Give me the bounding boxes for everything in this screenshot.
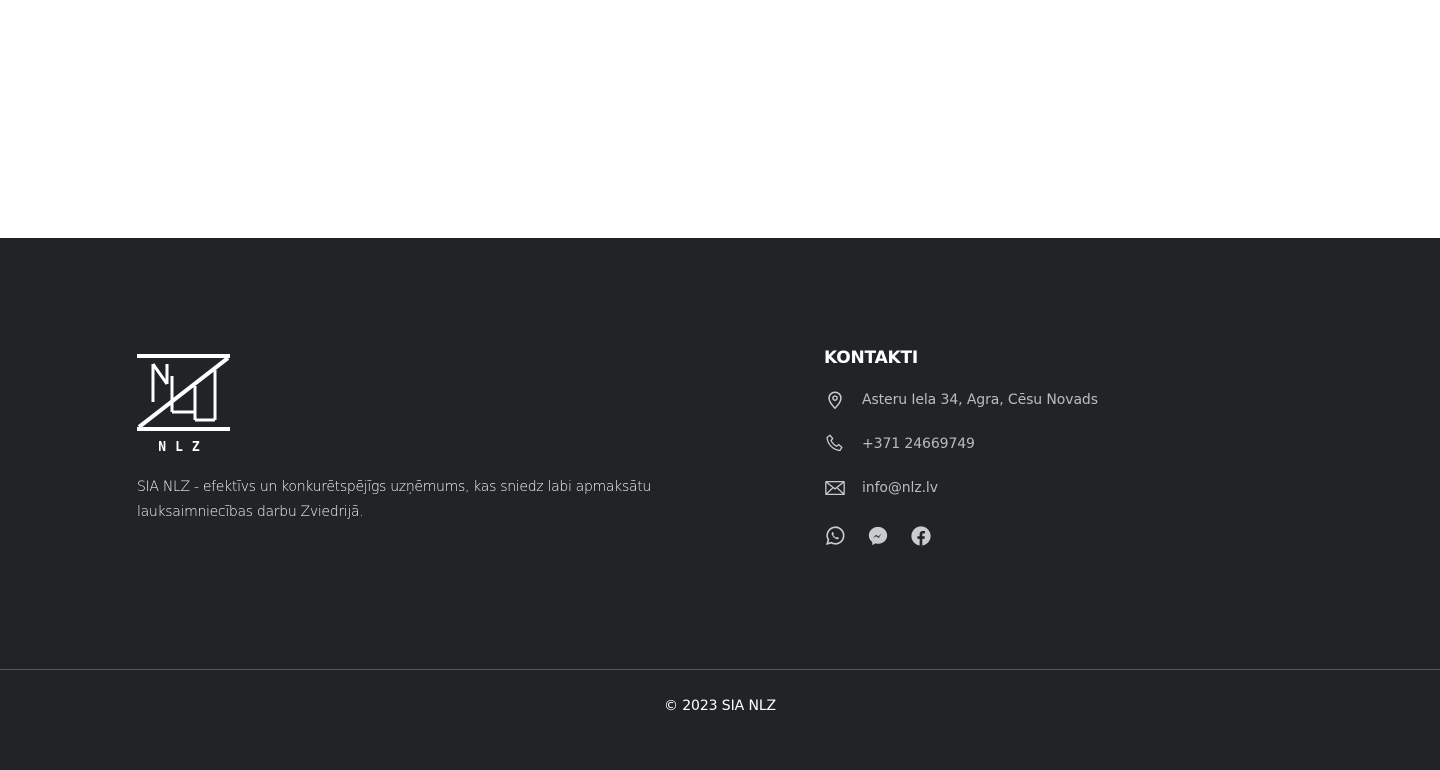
nlz-logo[interactable]: NLZ [137, 354, 230, 454]
location-pin-icon [824, 389, 846, 411]
page-content-blank [0, 0, 1440, 238]
site-footer: NLZ SIA NLZ - efektīvs un konkurētspējīg… [0, 238, 1440, 770]
phone-icon [824, 433, 846, 455]
company-description: SIA NLZ - efektīvs un konkurētspējīgs uz… [137, 479, 652, 520]
contact-email[interactable]: info@nlz.lv [824, 476, 1244, 500]
social-links [824, 524, 1244, 548]
email-link[interactable]: info@nlz.lv [862, 480, 938, 496]
facebook-icon[interactable] [910, 525, 932, 547]
copyright-text: © 2023 SIA NLZ [663, 698, 777, 714]
footer-divider [0, 669, 1440, 670]
footer-brand: NLZ SIA NLZ - efektīvs un konkurētspējīg… [137, 354, 657, 525]
contact-phone[interactable]: +371 24669749 [824, 432, 1244, 456]
contact-address: Asteru Iela 34, Agra, Cēsu Novads [824, 388, 1244, 412]
phone-link[interactable]: +371 24669749 [862, 436, 975, 452]
messenger-icon[interactable] [867, 525, 889, 547]
contacts-heading: KONTAKTI [824, 348, 919, 368]
whatsapp-icon[interactable] [824, 525, 846, 547]
envelope-icon [824, 477, 846, 499]
svg-text:NLZ: NLZ [158, 440, 208, 454]
contacts-section: KONTAKTI Asteru Iela 34, Agra, Cēsu Nova… [824, 345, 1244, 548]
address-text: Asteru Iela 34, Agra, Cēsu Novads [862, 392, 1098, 408]
